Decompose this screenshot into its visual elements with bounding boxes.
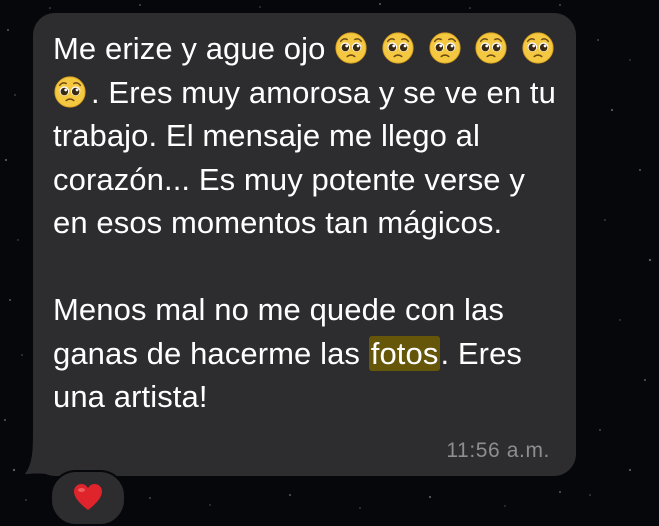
pleading-face-emoji-icon <box>512 31 559 66</box>
message-bubble[interactable]: Me erize y ague ojo . Eres muy amorosa y… <box>24 13 576 476</box>
heart-icon <box>74 484 102 510</box>
search-highlight: fotos <box>368 335 441 371</box>
message-text-part-2: . Eres muy amorosa y se ve en tu trabajo… <box>53 74 556 241</box>
message-text-part-1: Me erize y ague ojo <box>53 31 326 66</box>
pleading-face-emoji-icon <box>325 31 372 66</box>
pleading-face-emoji-icon <box>466 31 513 66</box>
pleading-face-emoji-icon <box>372 31 419 66</box>
bubble-tail <box>24 434 60 474</box>
message-text: Me erize y ague ojo . Eres muy amorosa y… <box>53 27 565 419</box>
reaction-badge[interactable] <box>50 470 126 526</box>
pleading-face-emoji-icon <box>53 75 91 110</box>
message-timestamp: 11:56 a.m. <box>446 439 550 462</box>
pleading-face-emoji-icon <box>419 31 466 66</box>
